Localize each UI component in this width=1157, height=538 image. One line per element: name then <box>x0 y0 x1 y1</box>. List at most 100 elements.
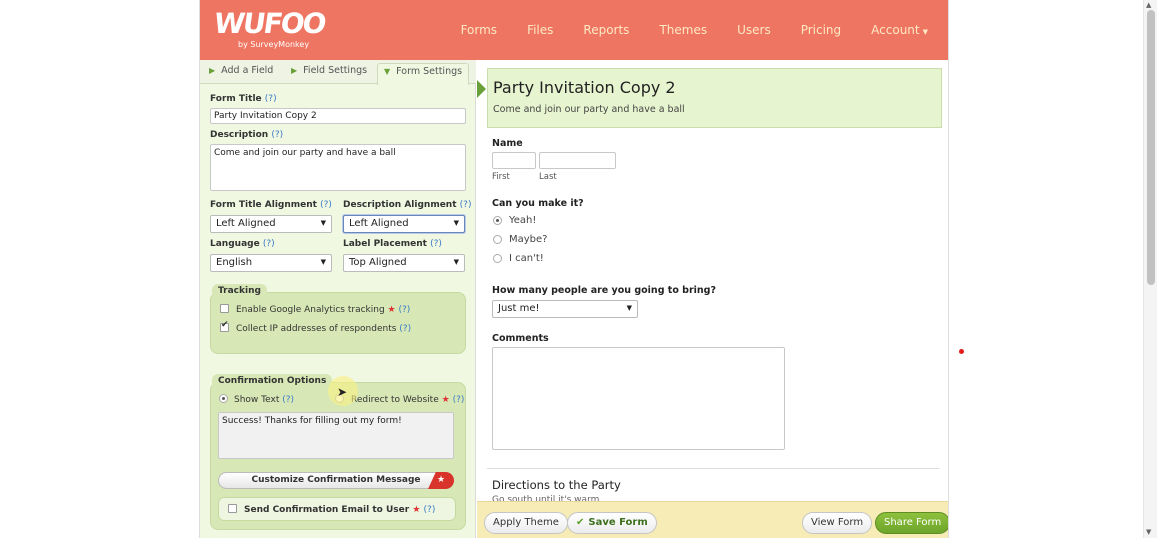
help-link[interactable]: (?) <box>399 305 411 315</box>
logo-wordmark: WUFOO <box>211 7 327 40</box>
dropdown-arrow-icon: ▼ <box>320 258 326 266</box>
tab-form-settings-label: Form Settings <box>396 66 463 77</box>
form-header[interactable]: Party Invitation Copy 2 Come and join ou… <box>487 68 942 128</box>
help-link[interactable]: (?) <box>424 505 436 515</box>
scroll-down-icon[interactable]: ▼ <box>1146 528 1151 536</box>
description-textarea[interactable]: Come and join our party and have a ball <box>210 144 466 191</box>
top-bar: WUFOO by SurveyMonkey Forms Files Report… <box>200 0 948 60</box>
help-link[interactable]: (?) <box>399 324 411 334</box>
preview-form-title: Party Invitation Copy 2 <box>493 78 676 97</box>
comments-textarea[interactable] <box>492 347 785 450</box>
page-scrollbar[interactable]: ▲ ▼ <box>1143 0 1157 538</box>
nav-files[interactable]: Files <box>527 23 553 37</box>
first-sublabel: First <box>492 172 510 182</box>
tab-add-field-label: Add a Field <box>221 65 274 76</box>
apply-theme-button[interactable]: Apply Theme <box>484 512 568 534</box>
send-email-label: Send Confirmation Email to User <box>244 505 410 515</box>
wufoo-app: WUFOO by SurveyMonkey Forms Files Report… <box>199 0 949 538</box>
ip-checkbox[interactable] <box>220 320 229 332</box>
name-field-label: Name <box>492 138 523 149</box>
dropdown-arrow-icon: ▼ <box>626 304 632 312</box>
ga-checkbox[interactable] <box>220 304 229 313</box>
description-label-text: Description <box>210 130 269 140</box>
form-preview: Party Invitation Copy 2 Come and join ou… <box>477 60 948 538</box>
last-sublabel: Last <box>539 172 557 182</box>
guest-count-select[interactable]: Just me! ▼ <box>492 300 638 318</box>
rsvp-yes-label: Yeah! <box>509 215 537 226</box>
title-alignment-select[interactable]: Left Aligned ▼ <box>210 215 332 233</box>
language-label: Language (?) <box>210 239 275 249</box>
dropdown-arrow-icon: ▼ <box>453 258 459 266</box>
nav-forms[interactable]: Forms <box>461 23 497 37</box>
help-link[interactable]: (?) <box>263 239 275 249</box>
star-icon: ★ <box>387 305 396 315</box>
ip-label: Collect IP addresses of respondents <box>236 324 397 334</box>
scroll-thumb[interactable] <box>1147 10 1155 285</box>
help-link[interactable]: (?) <box>265 94 277 104</box>
customize-confirmation-button[interactable]: Customize Confirmation Message ★ <box>218 472 454 489</box>
nav-account-label: Account <box>871 23 920 37</box>
description-alignment-value: Left Aligned <box>349 218 409 229</box>
settings-panel: ▶ Add a Field ▶ Field Settings ▼ Form Setti… <box>200 60 476 538</box>
language-select[interactable]: English ▼ <box>210 254 332 272</box>
section-divider <box>487 468 939 469</box>
save-form-button[interactable]: ✔ Save Form <box>567 512 657 534</box>
description-label: Description (?) <box>210 130 283 140</box>
help-link[interactable]: (?) <box>460 200 472 210</box>
show-text-option: Show Text (?) <box>234 395 294 405</box>
share-form-button[interactable]: Share Form <box>875 512 948 534</box>
description-alignment-select[interactable]: Left Aligned ▼ <box>343 215 465 233</box>
description-alignment-label: Description Alignment (?) <box>343 200 471 210</box>
section-title: Directions to the Party <box>492 478 621 492</box>
rsvp-no-radio[interactable] <box>493 254 502 263</box>
triangle-right-icon: ▶ <box>291 66 298 75</box>
confirmation-title: Confirmation Options <box>212 374 333 388</box>
tab-form-settings[interactable]: ▼ Form Settings <box>377 63 470 85</box>
help-link[interactable]: (?) <box>282 395 294 405</box>
last-name-input[interactable] <box>539 152 616 169</box>
title-alignment-label: Form Title Alignment (?) <box>210 200 332 210</box>
comments-label: Comments <box>492 333 549 344</box>
nav-reports[interactable]: Reports <box>583 23 629 37</box>
help-link[interactable]: (?) <box>271 130 283 140</box>
help-link[interactable]: (?) <box>453 395 465 405</box>
dropdown-arrow-icon: ▼ <box>453 219 459 227</box>
nav-account[interactable]: Account ▼ <box>871 23 928 37</box>
pointer-arrow-icon <box>477 80 486 98</box>
tab-field-settings[interactable]: ▶ Field Settings <box>291 65 367 76</box>
send-email-checkbox[interactable] <box>228 504 237 513</box>
first-name-input[interactable] <box>492 152 536 169</box>
logo-subtitle: by SurveyMonkey <box>238 40 310 49</box>
tracking-title: Tracking <box>212 284 267 298</box>
title-alignment-label-text: Form Title Alignment <box>210 200 317 210</box>
tab-add-field[interactable]: ▶ Add a Field <box>209 65 273 76</box>
show-text-radio[interactable] <box>219 394 228 403</box>
builder-tabs: ▶ Add a Field ▶ Field Settings ▼ Form Setti… <box>200 60 476 85</box>
guest-count-label: How many people are you going to bring? <box>492 285 716 296</box>
title-alignment-value: Left Aligned <box>216 218 276 229</box>
nav-users[interactable]: Users <box>737 23 771 37</box>
checkmark-icon: ✔ <box>576 517 585 528</box>
preview-form-description: Come and join our party and have a ball <box>493 104 685 115</box>
red-dot-marker <box>959 349 964 354</box>
help-link[interactable]: (?) <box>430 239 442 249</box>
triangle-right-icon: ▶ <box>209 66 216 75</box>
scroll-up-icon[interactable]: ▲ <box>1146 1 1151 9</box>
form-title-label-text: Form Title <box>210 94 262 104</box>
star-icon: ★ <box>441 395 450 405</box>
view-form-button[interactable]: View Form <box>802 512 873 534</box>
label-placement-label-text: Label Placement <box>343 239 427 249</box>
help-link[interactable]: (?) <box>320 200 332 210</box>
rsvp-maybe-radio[interactable] <box>493 235 502 244</box>
wufoo-logo[interactable]: WUFOO by SurveyMonkey <box>211 7 327 49</box>
label-placement-value: Top Aligned <box>349 257 407 268</box>
form-title-input[interactable] <box>210 108 466 124</box>
nav-pricing[interactable]: Pricing <box>801 23 841 37</box>
nav-themes[interactable]: Themes <box>659 23 707 37</box>
triangle-down-icon: ▼ <box>384 67 391 76</box>
main-nav: Forms Files Reports Themes Users Pricing… <box>431 0 928 60</box>
confirmation-message-textarea[interactable]: Success! Thanks for filling out my form! <box>218 412 454 459</box>
label-placement-select[interactable]: Top Aligned ▼ <box>343 254 465 272</box>
language-label-text: Language <box>210 239 260 249</box>
rsvp-yes-radio[interactable] <box>493 216 502 225</box>
